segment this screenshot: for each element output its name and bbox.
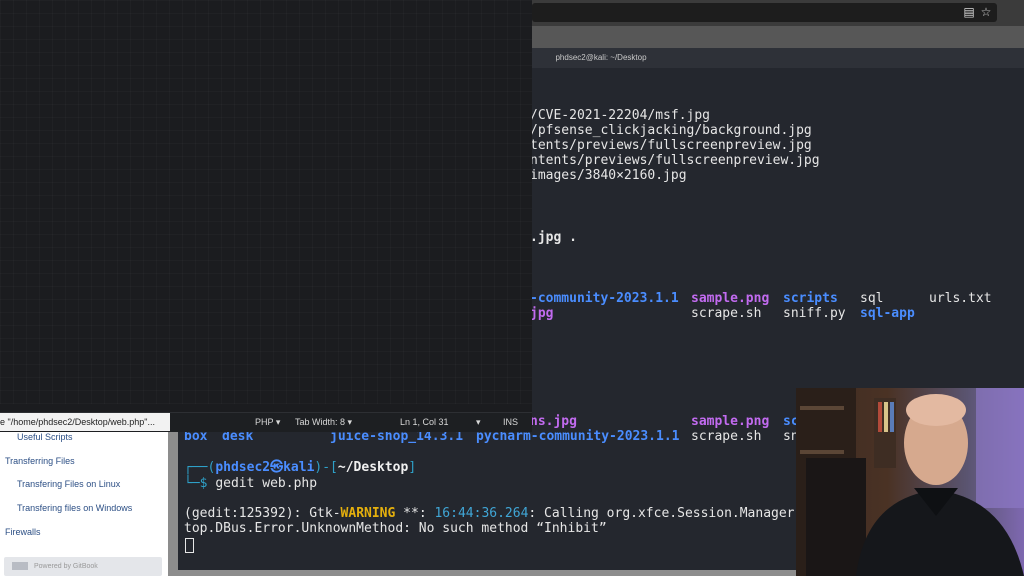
dropdown-arrow-icon: ▾	[275, 417, 281, 427]
shell-command-line: └─$ gedit web.php	[184, 476, 318, 491]
sidebar-item-files-windows[interactable]: Transfering files on Windows	[17, 503, 132, 513]
ls-entry-dir: sql-app	[860, 306, 915, 321]
gtk-warning-line: top.DBus.Error.UnknownMethod: No such me…	[184, 521, 607, 536]
ls-entry-file: sniff.py	[783, 306, 846, 321]
ls-entry-file: urls.txt	[929, 291, 992, 306]
dropdown-arrow-icon[interactable]: ▾	[476, 413, 481, 432]
gitbook-badge[interactable]: Powered by GitBook	[4, 557, 162, 576]
prompt-path: ~/Desktop	[337, 460, 409, 475]
insert-mode: INS	[503, 417, 519, 427]
terminal-output-line: /CVE-2021-22204/msf.jpg	[530, 108, 711, 123]
ls-entry-image: sample.png	[691, 291, 770, 306]
sidebar-item-transferring-files[interactable]: Transferring Files	[5, 456, 75, 466]
tab-width-selector[interactable]: Tab Width: 8 ▾	[295, 413, 352, 432]
reader-view-icon[interactable]: ▤	[962, 5, 976, 19]
editor-text-area[interactable]	[0, 0, 532, 404]
ls-entry-file: scrape.sh	[691, 429, 762, 444]
terminal-cursor	[185, 538, 194, 553]
webcam-person-image	[796, 388, 1024, 576]
webcam-overlay	[796, 388, 1024, 576]
bookmark-star-icon[interactable]: ☆	[979, 5, 993, 19]
gedit-status-message: e "/home/phdsec2/Desktop/web.php"...	[0, 413, 170, 431]
ls-entry-file: scrape.sh	[691, 306, 762, 321]
url-field[interactable]	[532, 3, 997, 22]
terminal-output-line: ntents/previews/fullscreenpreview.jpg	[530, 153, 820, 168]
terminal-output-line: images/3840×2160.jpg	[530, 168, 687, 183]
ls-entry-image: jpg	[530, 306, 554, 321]
terminal-output-line: tents/previews/fullscreenpreview.jpg	[530, 138, 812, 153]
cursor-position[interactable]: Ln 1, Col 31	[400, 413, 449, 432]
ls-entry-dir: scripts	[783, 291, 838, 306]
gtk-warning-line: (gedit:125392): Gtk-WARNING **: 16:44:36…	[184, 506, 811, 521]
terminal-output-line: /pfsense_clickjacking/background.jpg	[530, 123, 812, 138]
sidebar-item-files-linux[interactable]: Transfering Files on Linux	[17, 479, 120, 489]
gitbook-logo-icon	[12, 562, 28, 571]
docs-sidebar	[0, 425, 168, 576]
language-selector[interactable]: PHP ▾	[255, 413, 280, 432]
gedit-window[interactable]	[0, 0, 532, 412]
browser-content-header	[532, 26, 1024, 48]
sidebar-item-useful-scripts[interactable]: Useful Scripts	[17, 432, 73, 442]
shell-command: gedit web.php	[215, 476, 318, 491]
ls-entry-dir: -community-2023.1.1	[530, 291, 679, 306]
ls-entry-file: sql	[860, 291, 884, 306]
ls-entry-image: ns.jpg	[530, 414, 577, 429]
shell-prompt: ┌──(phdsec2㉿kali)-[~/Desktop]	[184, 460, 417, 475]
sidebar-item-firewalls[interactable]: Firewalls	[5, 527, 41, 537]
terminal-command-fragment: .jpg .	[530, 230, 577, 245]
dropdown-arrow-icon: ▾	[347, 417, 353, 427]
ls-entry-image: sample.png	[691, 414, 770, 429]
prompt-user: phdsec2㉿kali	[215, 460, 315, 475]
